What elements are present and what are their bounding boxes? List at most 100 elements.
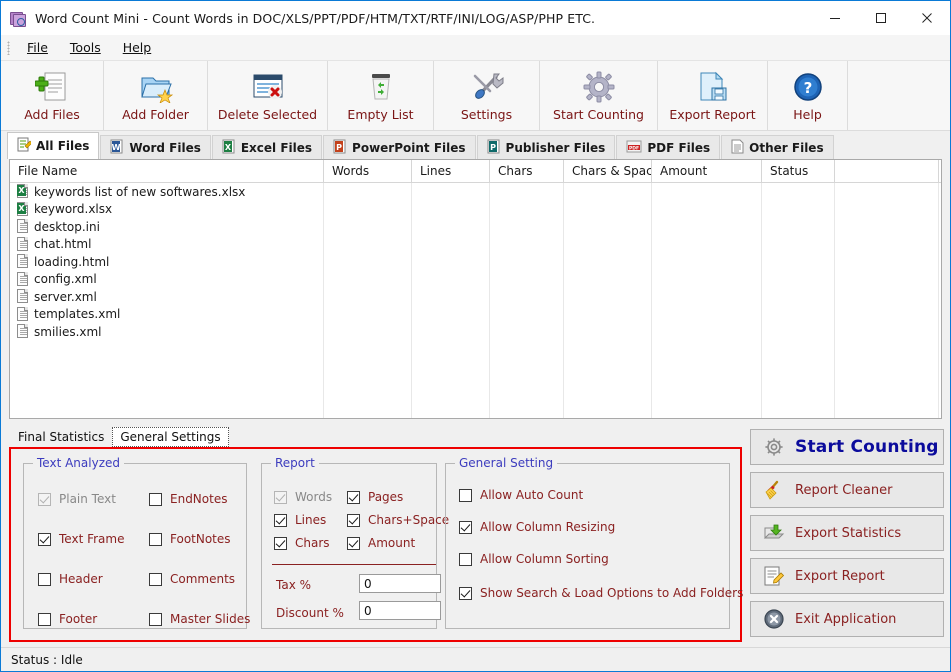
action-exit-application[interactable]: Exit Application xyxy=(750,601,944,637)
tab-other-files[interactable]: Other Files xyxy=(721,135,833,159)
checkbox-footer-label: Footer xyxy=(59,612,97,626)
file-name: desktop.ini xyxy=(34,220,100,234)
checkbox-chars-space[interactable]: Chars+Space xyxy=(347,513,449,527)
checkbox-words[interactable]: Words xyxy=(274,490,332,504)
text-file-icon xyxy=(16,324,29,339)
toolbar-start-counting[interactable]: Start Counting xyxy=(540,61,658,130)
excel-file-icon: X xyxy=(16,184,29,199)
discount-label: Discount % xyxy=(276,606,344,620)
delete-selected-icon xyxy=(251,70,285,104)
file-name: keyword.xlsx xyxy=(34,202,112,216)
group-text-analyzed: Text Analyzed Plain Text EndNotes Text F… xyxy=(23,463,247,629)
tab-all-files-label: All Files xyxy=(36,139,89,153)
start-counting-icon xyxy=(583,70,615,104)
toolbar-export-report[interactable]: Export Report xyxy=(658,61,768,130)
table-row[interactable]: X keywords list of new softwares.xlsx xyxy=(10,183,941,201)
menu-file[interactable]: File xyxy=(16,37,59,58)
column-header-amount[interactable]: Status xyxy=(762,160,835,182)
column-header-chars[interactable]: Chars & Spaces xyxy=(564,160,652,182)
action-report-cleaner-label: Report Cleaner xyxy=(795,483,892,498)
table-row[interactable]: config.xml xyxy=(10,271,941,289)
checkbox-allow-column-sorting[interactable]: Allow Column Sorting xyxy=(459,552,609,566)
menu-grip[interactable] xyxy=(7,41,10,55)
column-header-words[interactable]: Words xyxy=(324,160,412,182)
menu-help[interactable]: Help xyxy=(112,37,163,58)
gear-icon xyxy=(763,436,785,458)
checkbox-show-search-load-options[interactable]: Show Search & Load Options to Add Folder… xyxy=(459,586,743,600)
column-header-lines[interactable]: Lines xyxy=(412,160,490,182)
toolbar-help[interactable]: ? Help xyxy=(768,61,848,130)
table-row[interactable]: chat.html xyxy=(10,236,941,254)
toolbar-settings[interactable]: Settings xyxy=(434,61,540,130)
tab-word-files[interactable]: W Word Files xyxy=(100,135,210,159)
tab-pdf-files[interactable]: PDF PDF Files xyxy=(616,135,720,159)
column-header-status[interactable] xyxy=(835,160,939,182)
action-report-cleaner[interactable]: Report Cleaner xyxy=(750,472,944,508)
tab-powerpoint-files[interactable]: P PowerPoint Files xyxy=(323,135,476,159)
toolbar-start-counting-label: Start Counting xyxy=(553,107,644,122)
tab-all-files[interactable]: All Files xyxy=(7,132,99,159)
checkbox-plain-text-box xyxy=(38,493,51,506)
table-row[interactable]: server.xml xyxy=(10,288,941,306)
checkbox-plain-text[interactable]: Plain Text xyxy=(38,492,116,506)
file-list[interactable]: File Name Words Lines Chars Chars & Spac… xyxy=(9,159,942,419)
toolbar-help-label: Help xyxy=(793,107,822,122)
checkbox-amount[interactable]: Amount xyxy=(347,536,415,550)
tab-final-statistics[interactable]: Final Statistics xyxy=(10,427,112,447)
group-general-setting-title: General Setting xyxy=(455,456,557,470)
checkbox-allow-auto-count[interactable]: Allow Auto Count xyxy=(459,488,583,502)
checkbox-lines[interactable]: Lines xyxy=(274,513,326,527)
checkbox-allow-auto-count-box xyxy=(459,489,472,502)
file-name: server.xml xyxy=(34,290,97,304)
tab-publisher-files[interactable]: P Publisher Files xyxy=(477,135,616,159)
general-settings-panel: Text Analyzed Plain Text EndNotes Text F… xyxy=(9,447,742,642)
checkbox-header[interactable]: Header xyxy=(38,572,103,586)
column-header-file-name[interactable]: File Name xyxy=(10,160,324,182)
action-export-statistics[interactable]: Export Statistics xyxy=(750,515,944,551)
tab-general-settings[interactable]: General Settings xyxy=(112,427,228,447)
tab-excel-files[interactable]: X Excel Files xyxy=(212,135,322,159)
table-row[interactable]: X keyword.xlsx xyxy=(10,201,941,219)
maximize-button[interactable] xyxy=(858,1,904,35)
tab-other-files-label: Other Files xyxy=(749,141,823,155)
file-name: templates.xml xyxy=(34,307,120,321)
checkbox-chars[interactable]: Chars xyxy=(274,536,330,550)
table-row[interactable]: loading.html xyxy=(10,253,941,271)
toolbar-empty-list[interactable]: Empty List xyxy=(328,61,434,130)
checkbox-endnotes[interactable]: EndNotes xyxy=(149,492,227,506)
column-header-pages[interactable]: Chars xyxy=(490,160,564,182)
toolbar-add-files-label: Add Files xyxy=(24,107,80,122)
checkbox-text-frame[interactable]: Text Frame xyxy=(38,532,124,546)
toolbar-delete-selected[interactable]: Delete Selected xyxy=(208,61,328,130)
checkbox-comments[interactable]: Comments xyxy=(149,572,235,586)
checkbox-footer[interactable]: Footer xyxy=(38,612,97,626)
action-start-counting[interactable]: Start Counting xyxy=(750,429,944,465)
toolbar-add-folder[interactable]: Add Folder xyxy=(104,61,208,130)
checkbox-chars-space-box xyxy=(347,514,360,527)
action-export-report[interactable]: Export Report xyxy=(750,558,944,594)
main-toolbar: Add Files Add Folder xyxy=(1,61,950,131)
checkbox-lines-label: Lines xyxy=(295,513,326,527)
text-file-icon xyxy=(16,219,29,234)
table-row[interactable]: templates.xml xyxy=(10,306,941,324)
checkbox-comments-box xyxy=(149,573,162,586)
table-row[interactable]: smilies.xml xyxy=(10,323,941,341)
column-header-chars-spaces[interactable]: Amount xyxy=(652,160,762,182)
close-button[interactable] xyxy=(904,1,950,35)
tax-input[interactable] xyxy=(359,574,441,593)
toolbar-add-files[interactable]: Add Files xyxy=(1,61,104,130)
toolbar-settings-label: Settings xyxy=(461,107,512,122)
toolbar-spacer xyxy=(848,61,950,130)
checkbox-footnotes[interactable]: FootNotes xyxy=(149,532,231,546)
toolbar-add-folder-label: Add Folder xyxy=(122,107,189,122)
checkbox-allow-column-sorting-label: Allow Column Sorting xyxy=(480,552,609,566)
discount-input[interactable] xyxy=(359,601,441,620)
checkbox-master-slides[interactable]: Master Slides xyxy=(149,612,250,626)
menu-tools[interactable]: Tools xyxy=(59,37,112,58)
table-row[interactable]: desktop.ini xyxy=(10,218,941,236)
checkbox-pages[interactable]: Pages xyxy=(347,490,403,504)
minimize-button[interactable] xyxy=(812,1,858,35)
checkbox-allow-column-sorting-box xyxy=(459,553,472,566)
checkbox-allow-column-resizing[interactable]: Allow Column Resizing xyxy=(459,520,615,534)
checkbox-footnotes-label: FootNotes xyxy=(170,532,231,546)
